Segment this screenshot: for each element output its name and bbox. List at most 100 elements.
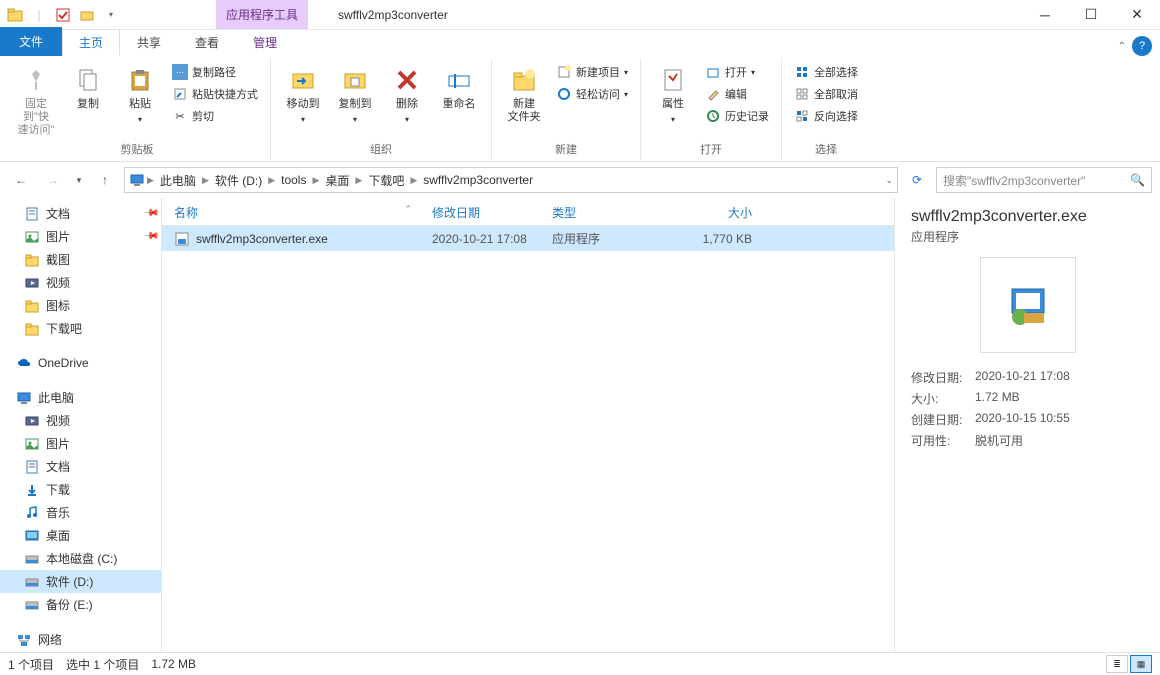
pin-to-quick-access-button[interactable]: 固定到"快 速访问": [12, 62, 60, 139]
ribbon-tabs: 文件 主页 共享 查看 管理 ⌃ ?: [0, 30, 1160, 56]
ribbon: 固定到"快 速访问" 复制 粘贴▾ ⋯复制路径 粘贴快捷方式 ✂剪切 剪贴板 移…: [0, 56, 1160, 162]
paste-shortcut-button[interactable]: 粘贴快捷方式: [168, 84, 262, 104]
search-input[interactable]: 搜索"swfflv2mp3converter" 🔍: [936, 167, 1152, 193]
open-icon: [705, 64, 721, 80]
crumb-item[interactable]: 下载吧: [364, 172, 408, 189]
sidebar-item[interactable]: 截图: [0, 248, 161, 271]
edit-button[interactable]: 编辑: [701, 84, 773, 104]
group-label-open: 打开: [649, 139, 773, 161]
rename-button[interactable]: 重命名: [435, 62, 483, 139]
sidebar-item[interactable]: 图片: [0, 432, 161, 455]
sidebar-item[interactable]: OneDrive: [0, 352, 161, 374]
chevron-right-icon[interactable]: ▶: [268, 175, 275, 186]
copy-icon: [72, 64, 104, 96]
close-button[interactable]: ✕: [1114, 0, 1160, 30]
checkbox-icon[interactable]: [52, 4, 74, 26]
minimize-button[interactable]: ─: [1022, 0, 1068, 30]
crumb-item[interactable]: 软件 (D:): [211, 172, 266, 189]
disk-icon: [24, 574, 40, 590]
copy-to-button[interactable]: 复制到▾: [331, 62, 379, 139]
sidebar-item[interactable]: 备份 (E:): [0, 593, 161, 616]
select-all-icon: [794, 64, 810, 80]
pc-icon: [16, 390, 32, 406]
new-folder-icon: [508, 64, 540, 96]
tab-share[interactable]: 共享: [120, 29, 178, 56]
folder-icon[interactable]: [4, 4, 26, 26]
delete-button[interactable]: 删除▾: [383, 62, 431, 139]
sidebar-item[interactable]: 桌面: [0, 524, 161, 547]
file-name: swfflv2mp3converter.exe: [196, 232, 432, 246]
chevron-up-icon[interactable]: ⌃: [1118, 41, 1126, 52]
crumb-item[interactable]: swfflv2mp3converter: [419, 173, 537, 187]
copy-path-button[interactable]: ⋯复制路径: [168, 62, 262, 82]
sidebar-item[interactable]: 本地磁盘 (C:): [0, 547, 161, 570]
table-row[interactable]: swfflv2mp3converter.exe 2020-10-21 17:08…: [162, 226, 894, 251]
crumb-item[interactable]: 桌面: [321, 172, 353, 189]
paste-button[interactable]: 粘贴▾: [116, 62, 164, 139]
video-icon: [24, 413, 40, 429]
crumb-item[interactable]: tools: [277, 173, 310, 187]
tab-view[interactable]: 查看: [178, 29, 236, 56]
view-details-button[interactable]: ≣: [1106, 655, 1128, 673]
sidebar-item[interactable]: 网络: [0, 628, 161, 651]
copy-button[interactable]: 复制: [64, 62, 112, 139]
recent-dropdown[interactable]: ▾: [72, 167, 86, 193]
sidebar-item[interactable]: 视频: [0, 271, 161, 294]
properties-button[interactable]: 属性▾: [649, 62, 697, 139]
sidebar-item[interactable]: 图片📌: [0, 225, 161, 248]
new-folder-button[interactable]: 新建 文件夹: [500, 62, 548, 139]
sidebar-item-label: 文档: [46, 458, 70, 475]
help-icon[interactable]: ?: [1132, 36, 1152, 56]
select-none-button[interactable]: 全部取消: [790, 84, 862, 104]
sidebar-item[interactable]: 下载吧: [0, 317, 161, 340]
new-item-button[interactable]: 新建项目 ▾: [552, 62, 632, 82]
history-icon: [705, 108, 721, 124]
sidebar-item[interactable]: 文档: [0, 455, 161, 478]
sidebar-item[interactable]: 文档📌: [0, 202, 161, 225]
back-button[interactable]: ←: [8, 167, 34, 193]
move-to-button[interactable]: 移动到▾: [279, 62, 327, 139]
details-row: 修改日期:2020-10-21 17:08: [911, 367, 1144, 388]
sidebar-item-label: 软件 (D:): [46, 573, 93, 590]
folder-small-icon[interactable]: [76, 4, 98, 26]
delete-icon: [391, 64, 423, 96]
crumb-item[interactable]: 此电脑: [156, 172, 200, 189]
chevron-right-icon[interactable]: ▶: [147, 175, 154, 186]
forward-button[interactable]: →: [40, 167, 66, 193]
invert-selection-button[interactable]: 反向选择: [790, 106, 862, 126]
chevron-right-icon[interactable]: ▶: [202, 175, 209, 186]
breadcrumb[interactable]: ▶ 此电脑▶ 软件 (D:)▶ tools▶ 桌面▶ 下载吧▶ swfflv2m…: [124, 167, 898, 193]
tab-home[interactable]: 主页: [62, 29, 120, 56]
search-icon[interactable]: 🔍: [1130, 173, 1145, 187]
chevron-right-icon[interactable]: ▶: [312, 175, 319, 186]
tab-file[interactable]: 文件: [0, 27, 62, 56]
column-headers[interactable]: 名称⌃ 修改日期 类型 大小: [162, 198, 894, 226]
divider: |: [28, 4, 50, 26]
details-row: 大小:1.72 MB: [911, 388, 1144, 409]
open-button[interactable]: 打开 ▾: [701, 62, 773, 82]
sidebar-item[interactable]: 音乐: [0, 501, 161, 524]
sidebar-item[interactable]: 图标: [0, 294, 161, 317]
history-button[interactable]: 历史记录: [701, 106, 773, 126]
up-button[interactable]: ↑: [92, 167, 118, 193]
easy-access-button[interactable]: 轻松访问 ▾: [552, 84, 632, 104]
sidebar-item[interactable]: 视频: [0, 409, 161, 432]
select-all-button[interactable]: 全部选择: [790, 62, 862, 82]
folder-icon: [24, 252, 40, 268]
sidebar-item-label: 备份 (E:): [46, 596, 93, 613]
sidebar-item[interactable]: 软件 (D:): [0, 570, 161, 593]
sidebar-item[interactable]: 下载: [0, 478, 161, 501]
tab-manage[interactable]: 管理: [236, 29, 294, 56]
navbar: ← → ▾ ↑ ▶ 此电脑▶ 软件 (D:)▶ tools▶ 桌面▶ 下载吧▶ …: [0, 162, 1160, 198]
details-type: 应用程序: [911, 228, 1144, 245]
view-icons-button[interactable]: ▦: [1130, 655, 1152, 673]
qat-dropdown[interactable]: ▾: [100, 4, 122, 26]
chevron-right-icon[interactable]: ▶: [355, 175, 362, 186]
sidebar-item[interactable]: 此电脑: [0, 386, 161, 409]
crumb-dropdown[interactable]: ⌄: [885, 175, 893, 186]
cut-button[interactable]: ✂剪切: [168, 106, 262, 126]
chevron-right-icon[interactable]: ▶: [410, 175, 417, 186]
refresh-button[interactable]: ⟳: [904, 167, 930, 193]
maximize-button[interactable]: ☐: [1068, 0, 1114, 30]
pic-icon: [24, 436, 40, 452]
